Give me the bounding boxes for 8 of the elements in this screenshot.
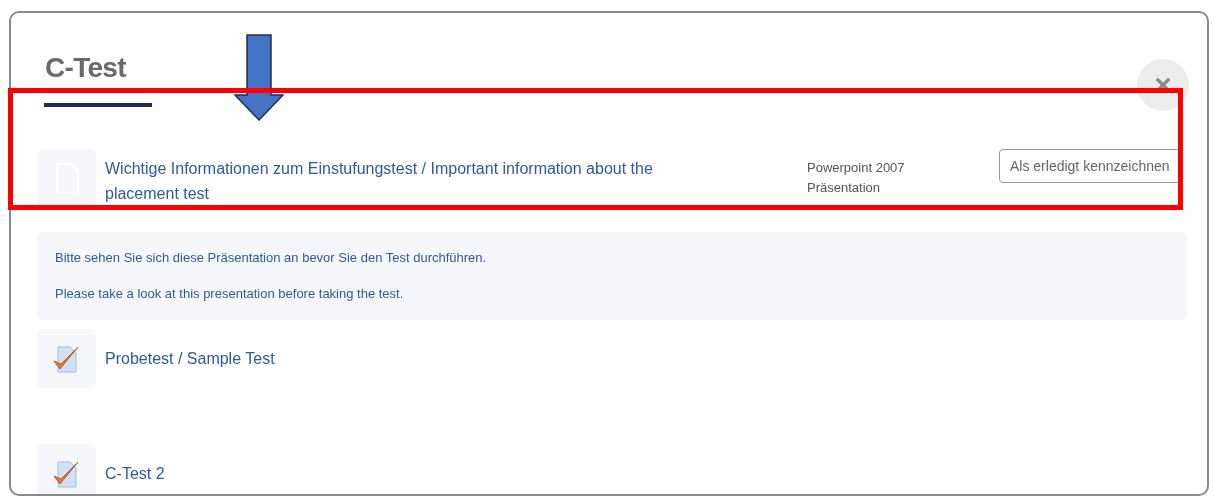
dialog-title: C-Test xyxy=(44,51,128,85)
activity-link[interactable]: Probetest / Sample Test xyxy=(105,346,275,371)
activity-link[interactable]: C-Test 2 xyxy=(105,461,165,486)
file-type-label: Powerpoint 2007 Präsentation xyxy=(807,159,906,197)
description-text: Please take a look at this presentation before taking the test. xyxy=(55,286,405,302)
description-text: Bitte sehen Sie sich diese Präsentation an bevor Sie den Test durchführen. xyxy=(55,250,488,266)
mark-done-button[interactable]: Als erledigt kennzeichnen xyxy=(999,149,1181,183)
activity-link[interactable]: Wichtige Informationen zum Einstufungstest / Important information about the placement test xyxy=(105,156,705,206)
